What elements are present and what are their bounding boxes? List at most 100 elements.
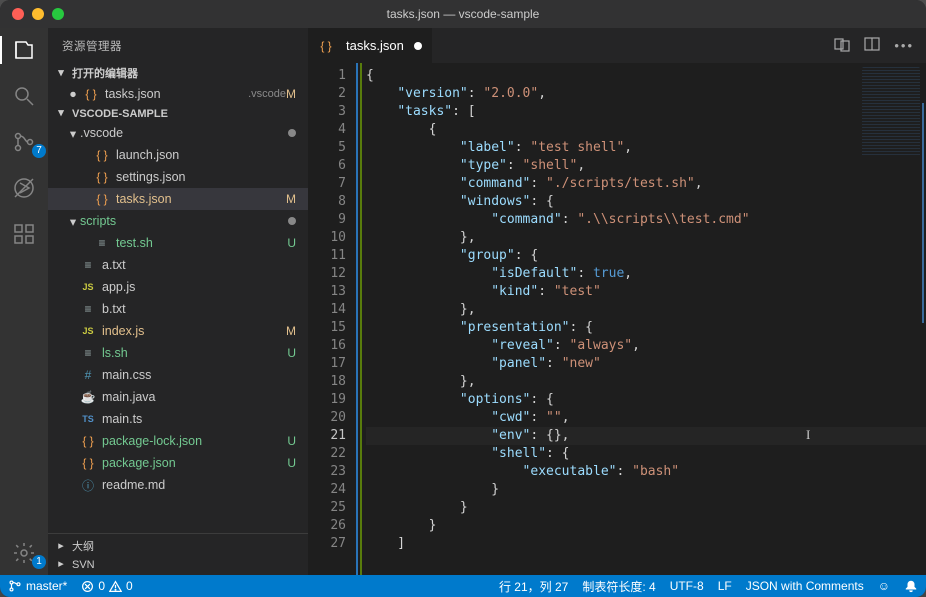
problems-status[interactable]: 0 0 xyxy=(81,579,132,593)
line-number: 6 xyxy=(308,157,346,175)
file-name: settings.json xyxy=(116,170,296,184)
tab-label: tasks.json xyxy=(346,38,404,53)
open-editors-header[interactable]: ▾ 打开的编辑器 xyxy=(48,63,308,83)
chevron-down-icon: ▾ xyxy=(54,106,68,119)
line-number: 4 xyxy=(308,121,346,139)
source-control-icon[interactable]: 7 xyxy=(10,128,38,156)
code-line[interactable]: "cwd": "", xyxy=(366,409,926,427)
feedback-smiley-icon[interactable]: ☺ xyxy=(878,579,890,593)
eol-status[interactable]: LF xyxy=(718,579,732,593)
code-line[interactable]: "presentation": { xyxy=(366,319,926,337)
code-line[interactable]: }, xyxy=(366,301,926,319)
file-name: main.ts xyxy=(102,412,296,426)
code-line[interactable]: "panel": "new" xyxy=(366,355,926,373)
settings-badge: 1 xyxy=(32,555,46,569)
folder-header[interactable]: ▾ VSCODE-SAMPLE xyxy=(48,105,308,122)
more-actions-icon[interactable]: ••• xyxy=(894,38,914,53)
file-row[interactable]: ≡ls.shU xyxy=(48,342,308,364)
code-line[interactable]: "reveal": "always", xyxy=(366,337,926,355)
code-line[interactable]: "env": {}, xyxy=(366,427,926,445)
line-number: 2 xyxy=(308,85,346,103)
code-content[interactable]: { "version": "2.0.0", "tasks": [ { "labe… xyxy=(356,63,926,575)
git-branch-status[interactable]: master* xyxy=(8,579,67,593)
chevron-down-icon: ▾ xyxy=(66,214,80,229)
folder-row[interactable]: ▾.vscode xyxy=(48,122,308,144)
code-line[interactable]: } xyxy=(366,517,926,535)
code-line[interactable]: "command": "./scripts/test.sh", xyxy=(366,175,926,193)
encoding-status[interactable]: UTF-8 xyxy=(670,579,704,593)
file-row[interactable]: { }launch.json xyxy=(48,144,308,166)
file-name: b.txt xyxy=(102,302,296,316)
file-row[interactable]: { }tasks.jsonM xyxy=(48,188,308,210)
file-name: tasks.json xyxy=(105,87,244,101)
file-row[interactable]: JSapp.js xyxy=(48,276,308,298)
file-row[interactable]: { }package-lock.jsonU xyxy=(48,430,308,452)
window-title: tasks.json — vscode-sample xyxy=(0,7,926,21)
sh-file-icon: ≡ xyxy=(80,346,96,360)
line-number: 23 xyxy=(308,463,346,481)
svn-header[interactable]: ▸ SVN xyxy=(48,556,308,573)
outline-header[interactable]: ▸ 大纲 xyxy=(48,536,308,556)
line-number: 25 xyxy=(308,499,346,517)
branch-label: master* xyxy=(26,579,67,593)
open-editors-list: ●{ }tasks.json.vscodeM xyxy=(48,83,308,105)
sidebar: 资源管理器 ▾ 打开的编辑器 ●{ }tasks.json.vscodeM ▾ … xyxy=(48,28,308,575)
file-row[interactable]: TS main.ts xyxy=(48,408,308,430)
code-line[interactable]: { xyxy=(366,67,926,85)
close-icon[interactable]: ● xyxy=(66,87,80,101)
file-tree: ▾.vscode{ }launch.json{ }settings.json{ … xyxy=(48,122,308,533)
code-line[interactable]: "isDefault": true, xyxy=(366,265,926,283)
search-icon[interactable] xyxy=(10,82,38,110)
line-number: 12 xyxy=(308,265,346,283)
code-line[interactable]: } xyxy=(366,499,926,517)
svn-label: SVN xyxy=(72,559,95,571)
folder-row[interactable]: ▾scripts xyxy=(48,210,308,232)
file-row[interactable]: JSindex.jsM xyxy=(48,320,308,342)
code-line[interactable]: "version": "2.0.0", xyxy=(366,85,926,103)
activity-bar: 7 1 xyxy=(0,28,48,575)
code-line[interactable]: "kind": "test" xyxy=(366,283,926,301)
file-row[interactable]: ☕main.java xyxy=(48,386,308,408)
code-line[interactable]: "group": { xyxy=(366,247,926,265)
debug-icon[interactable] xyxy=(10,174,38,202)
code-line[interactable]: "command": ".\\scripts\\test.cmd" xyxy=(366,211,926,229)
file-row[interactable]: ⓘreadme.md xyxy=(48,474,308,496)
folder-name: VSCODE-SAMPLE xyxy=(72,108,168,120)
explorer-icon[interactable] xyxy=(10,36,38,64)
compare-icon[interactable] xyxy=(834,36,850,55)
code-line[interactable]: ] xyxy=(366,535,926,553)
open-editors-label: 打开的编辑器 xyxy=(72,65,138,81)
notifications-bell-icon[interactable] xyxy=(904,579,918,593)
code-line[interactable]: "shell": { xyxy=(366,445,926,463)
code-line[interactable]: } xyxy=(366,481,926,499)
open-editor-item[interactable]: ●{ }tasks.json.vscodeM xyxy=(48,83,308,105)
ts-file-icon: TS xyxy=(80,414,96,424)
file-row[interactable]: ≡a.txt xyxy=(48,254,308,276)
extensions-icon[interactable] xyxy=(10,220,38,248)
tab-tasks-json[interactable]: { } tasks.json xyxy=(308,28,433,63)
file-row[interactable]: { }settings.json xyxy=(48,166,308,188)
tab-bar: { } tasks.json ••• xyxy=(308,28,926,63)
code-line[interactable]: "type": "shell", xyxy=(366,157,926,175)
code-editor[interactable]: 1234567891011121314151617181920212223242… xyxy=(308,63,926,575)
code-line[interactable]: { xyxy=(366,121,926,139)
split-editor-icon[interactable] xyxy=(864,36,880,55)
code-line[interactable]: "windows": { xyxy=(366,193,926,211)
code-line[interactable]: "label": "test shell", xyxy=(366,139,926,157)
settings-gear-icon[interactable]: 1 xyxy=(10,539,38,567)
code-line[interactable]: "options": { xyxy=(366,391,926,409)
code-line[interactable]: }, xyxy=(366,373,926,391)
file-row[interactable]: { }package.jsonU xyxy=(48,452,308,474)
file-row[interactable]: #main.css xyxy=(48,364,308,386)
code-line[interactable]: "tasks": [ xyxy=(366,103,926,121)
file-name: package.json xyxy=(102,456,287,470)
file-row[interactable]: ≡b.txt xyxy=(48,298,308,320)
code-line[interactable]: }, xyxy=(366,229,926,247)
language-mode-status[interactable]: JSON with Comments xyxy=(746,579,864,593)
indentation-status[interactable]: 制表符长度: 4 xyxy=(582,578,655,595)
line-number: 16 xyxy=(308,337,346,355)
file-row[interactable]: ≡test.shU xyxy=(48,232,308,254)
code-line[interactable]: "executable": "bash" xyxy=(366,463,926,481)
cursor-position-status[interactable]: 行 21，列 27 xyxy=(499,578,568,595)
app-window: tasks.json — vscode-sample 7 1 xyxy=(0,0,926,597)
